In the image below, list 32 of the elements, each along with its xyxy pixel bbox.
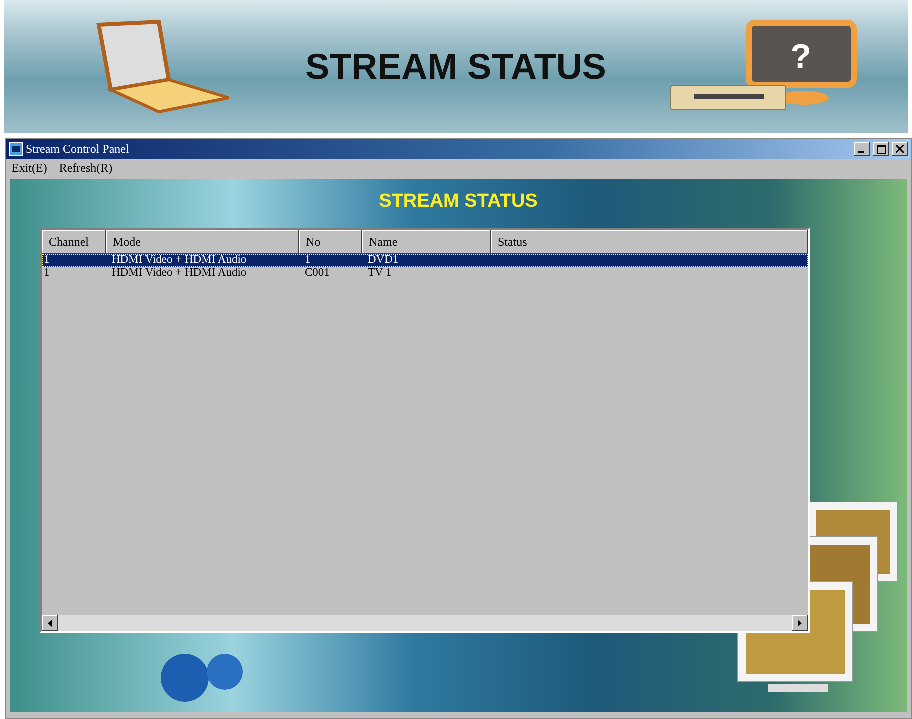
close-button[interactable] <box>892 142 908 156</box>
maximize-icon <box>876 144 886 154</box>
table-cell-text: C001 <box>304 267 331 280</box>
table-cell-text: DVD1 <box>367 254 400 267</box>
table-row[interactable]: 1 HDMI Video + HDMI Audio C001 TV 1 <box>42 267 808 280</box>
menu-item[interactable]: Exit(E) <box>12 160 48 176</box>
minimize-button[interactable] <box>854 142 870 156</box>
table-row[interactable]: 1 HDMI Video + HDMI Audio 1 DVD1 <box>42 254 808 267</box>
maximize-button[interactable] <box>873 142 889 156</box>
column-header[interactable]: Name <box>362 230 491 254</box>
menu-item[interactable]: Refresh(R) <box>59 160 113 176</box>
left-arrow-icon <box>48 620 52 626</box>
close-icon <box>896 145 904 153</box>
scroll-left-button[interactable] <box>42 615 58 631</box>
column-header[interactable]: Status <box>491 230 808 254</box>
table-cell-text: 1 <box>43 254 51 267</box>
table-cell-text: TV 1 <box>367 267 393 280</box>
monitor-with-player-drawing: ? <box>669 18 864 116</box>
banner-title: STREAM STATUS <box>306 46 606 88</box>
right-arrow-icon <box>798 620 802 626</box>
horizontal-scrollbar[interactable] <box>42 615 808 631</box>
table-cell-text: HDMI Video + HDMI Audio <box>111 254 248 267</box>
column-header[interactable]: No <box>299 230 362 254</box>
scroll-right-button[interactable] <box>792 615 808 631</box>
panel-heading: STREAM STATUS <box>379 191 538 213</box>
window-title: Stream Control Panel <box>26 142 130 156</box>
table-cell-text: HDMI Video + HDMI Audio <box>111 267 248 280</box>
column-header[interactable]: Mode <box>106 230 299 254</box>
table-cell-text: 1 <box>43 267 51 280</box>
app-icon <box>9 142 23 156</box>
column-header[interactable]: Channel <box>42 230 106 254</box>
table-cell-text: 1 <box>304 254 312 267</box>
